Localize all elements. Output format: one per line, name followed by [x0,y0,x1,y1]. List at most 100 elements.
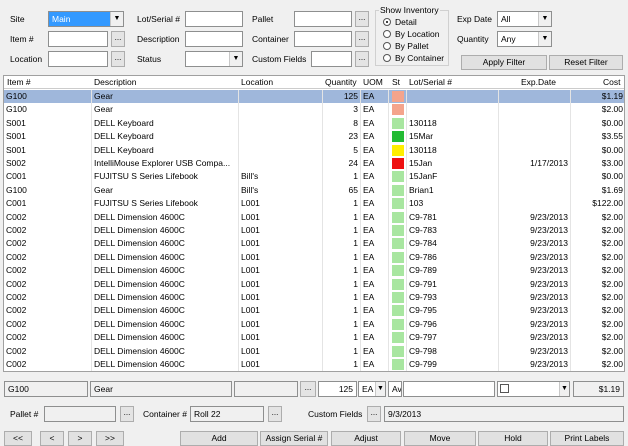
inventory-grid[interactable]: Item # Description Location Quantity UOM… [3,75,625,372]
header-item[interactable]: Item # [7,77,31,87]
edit-cost-field[interactable]: $1.19 [573,381,624,397]
radio-icon[interactable] [383,30,391,38]
header-quantity[interactable]: Quantity [325,77,357,87]
table-row[interactable]: G100 Gear Bill's 65 EA Brian1 $1.69 [4,183,624,198]
table-row[interactable]: S001 DELL Keyboard 5 EA 130118 $0.00 [4,143,624,157]
table-row[interactable]: C002 DELL Dimension 4600C L001 1 EA C9-793 9/2… [4,291,624,305]
pallet-number-lookup-button[interactable]: ... [120,406,134,422]
table-row[interactable]: G100 Gear 3 EA $2.00 [4,103,624,117]
cell-item: C002 [4,317,92,332]
cell-location: L001 [239,331,323,345]
detail-custom-fields-lookup-button[interactable]: ... [367,406,381,422]
pallet-input[interactable] [294,11,352,27]
custom-fields-lookup-button[interactable]: ... [355,51,369,67]
exp-date-select[interactable]: All ▼ [497,11,552,27]
quantity-select[interactable]: Any ▼ [497,31,552,47]
table-row[interactable]: C002 DELL Dimension 4600C L001 1 EA C9-797 9/2… [4,331,624,345]
hold-button[interactable]: Hold [478,431,548,446]
header-lot[interactable]: Lot/Serial # [409,77,452,87]
cell-quantity: 3 [323,103,361,117]
edit-location-field[interactable] [234,381,298,397]
chevron-down-icon[interactable]: ▼ [375,382,385,396]
table-row[interactable]: C002 DELL Dimension 4600C L001 1 EA C9-795 9/2… [4,304,624,318]
reset-filter-button[interactable]: Reset Filter [549,55,623,70]
container-number-field[interactable]: Roll 22 [190,406,264,422]
header-location[interactable]: Location [241,77,273,87]
status-color-indicator [392,91,404,102]
chevron-down-icon[interactable]: ▼ [559,382,569,396]
edit-uom-select[interactable]: EA ▼ [358,381,386,397]
move-button[interactable]: Move [404,431,476,446]
print-labels-button[interactable]: Print Labels [550,431,624,446]
cell-description: DELL Dimension 4600C [92,291,239,305]
table-row[interactable]: C002 DELL Dimension 4600C L001 1 EA C9-791 9/2… [4,277,624,291]
edit-location-lookup-button[interactable]: ... [300,381,316,397]
header-status[interactable]: St [392,77,400,87]
last-record-button[interactable]: >> [96,431,124,446]
cell-lot: C9-786 [407,250,499,265]
next-record-button[interactable]: > [68,431,92,446]
cell-item: S001 [4,130,92,144]
assign-serial-button[interactable]: Assign Serial # [260,431,328,446]
status-color-indicator [392,117,404,129]
edit-item-field[interactable]: G100 [4,381,88,397]
item-input[interactable] [48,31,108,47]
radio-icon[interactable] [383,42,391,50]
radio-icon[interactable] [383,54,391,62]
checkbox-icon[interactable] [500,384,509,393]
table-row[interactable]: C002 DELL Dimension 4600C L001 1 EA C9-781 9/2… [4,210,624,224]
container-input[interactable] [294,31,352,47]
table-row[interactable]: C002 DELL Dimension 4600C L001 1 EA C9-784 9/2… [4,237,624,251]
header-cost[interactable]: Cost [603,77,620,87]
edit-lot-field[interactable] [403,381,495,397]
custom-fields-input[interactable] [311,51,352,67]
table-row[interactable]: C002 DELL Dimension 4600C L001 1 EA C9-789 9/2… [4,264,624,278]
chevron-down-icon[interactable]: ▼ [538,12,551,26]
table-row[interactable]: C002 DELL Dimension 4600C L001 1 EA C9-796 9/2… [4,317,624,332]
cell-item: C002 [4,358,92,371]
container-number-lookup-button[interactable]: ... [268,406,282,422]
status-color-indicator [392,332,404,344]
table-row[interactable]: S001 DELL Keyboard 8 EA 130118 $0.00 [4,116,624,131]
pallet-lookup-button[interactable]: ... [355,11,369,27]
table-row[interactable]: C002 DELL Dimension 4600C L001 1 EA C9-798 9/2… [4,344,624,358]
edit-exp-date-select[interactable]: ▼ [497,381,570,397]
adjust-button[interactable]: Adjust [331,431,401,446]
table-row[interactable]: C002 DELL Dimension 4600C L001 1 EA C9-783 9/2… [4,224,624,238]
edit-description-field[interactable]: Gear [90,381,232,397]
first-record-button[interactable]: << [4,431,32,446]
cell-exp-date: 9/23/2013 [499,237,571,251]
previous-record-button[interactable]: < [40,431,64,446]
location-input[interactable] [48,51,108,67]
table-row[interactable]: C001 FUJITSU S Series Lifebook L001 1 EA 103 $… [4,197,624,211]
add-button[interactable]: Add [180,431,258,446]
item-lookup-button[interactable]: ... [111,31,125,47]
cell-status [389,103,407,117]
edit-status-field[interactable]: Av [388,381,402,397]
edit-quantity-field[interactable]: 125 [318,381,357,397]
site-select[interactable]: Main ▼ [48,11,124,27]
header-description[interactable]: Description [94,77,137,87]
detail-custom-fields-field[interactable]: 9/3/2013 [384,406,624,422]
table-row[interactable]: S002 IntelliMouse Explorer USB Compa... 24… [4,157,624,171]
status-select[interactable]: ▼ [185,51,243,67]
table-row[interactable]: G100 Gear 125 EA $1.19 [4,90,624,104]
table-row[interactable]: S001 DELL Keyboard 23 EA 15Mar $3.55 [4,130,624,144]
pallet-number-field[interactable] [44,406,116,422]
chevron-down-icon[interactable]: ▼ [110,12,123,26]
chevron-down-icon[interactable]: ▼ [229,52,242,66]
lot-input[interactable] [185,11,243,27]
table-row[interactable]: C002 DELL Dimension 4600C L001 1 EA C9-786 9/2… [4,250,624,265]
location-lookup-button[interactable]: ... [111,51,125,67]
apply-filter-button[interactable]: Apply Filter [461,55,547,70]
radio-icon[interactable] [383,18,391,26]
description-input[interactable] [185,31,243,47]
container-lookup-button[interactable]: ... [355,31,369,47]
cell-status [389,116,407,131]
cell-uom: EA [361,358,389,371]
table-row[interactable]: C001 FUJITSU S Series Lifebook Bill's 1 EA 15… [4,170,624,184]
table-row[interactable]: C002 DELL Dimension 4600C L001 1 EA C9-799 9/2… [4,358,624,371]
chevron-down-icon[interactable]: ▼ [538,32,551,46]
header-uom[interactable]: UOM [363,77,383,87]
header-exp-date[interactable]: Exp.Date [521,77,556,87]
